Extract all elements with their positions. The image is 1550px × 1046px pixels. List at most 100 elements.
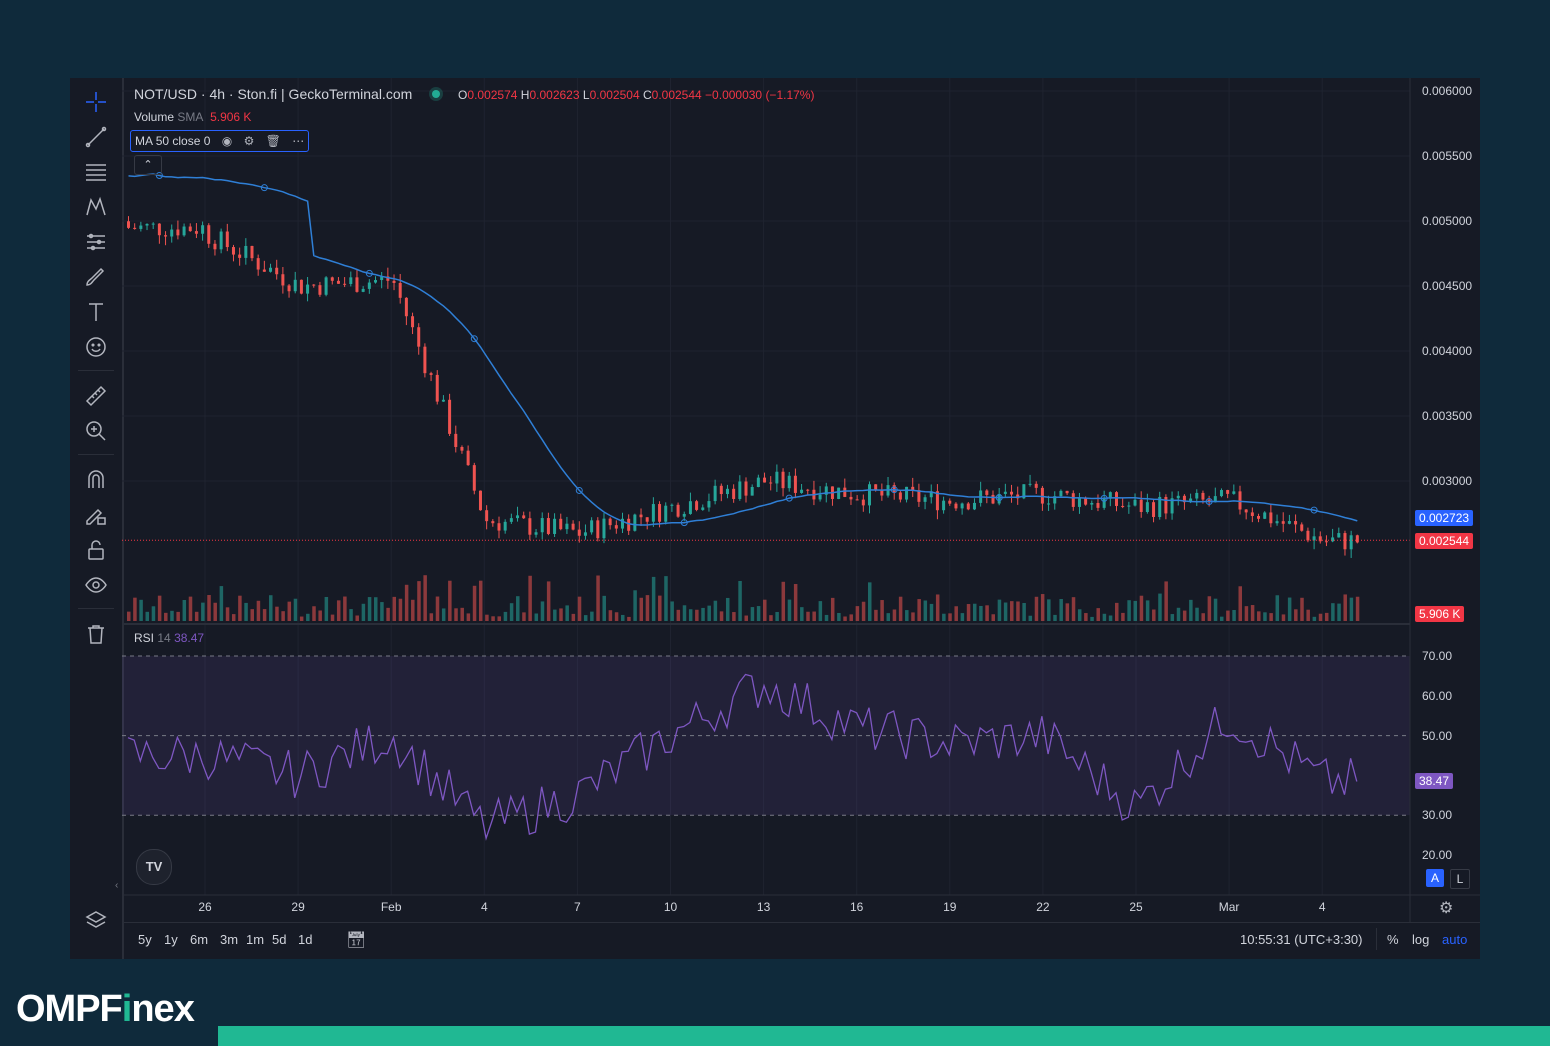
candle-body [1201, 492, 1205, 500]
candle-body [435, 374, 439, 402]
volume-bar [1257, 611, 1261, 621]
volume-value: 5.906 K [210, 110, 252, 124]
volume-bar [960, 613, 965, 621]
volume-bar [1250, 605, 1255, 621]
candle-body [639, 514, 643, 518]
candle-body [855, 499, 859, 501]
price-tick-label: 0.005000 [1422, 214, 1473, 228]
tradingview-logo[interactable]: TV [136, 849, 172, 885]
candle-body [546, 518, 550, 534]
rsi-legend[interactable]: RSI 14 38.47 [134, 631, 204, 645]
pair-title[interactable]: NOT/USD · 4h · Ston.fi | GeckoTerminal.c… [134, 86, 412, 102]
candle-body [1257, 515, 1261, 519]
volume-bar [985, 605, 989, 621]
candle-body [583, 532, 587, 536]
candle-body [763, 477, 767, 483]
timeframe-button[interactable]: 1d [298, 932, 312, 947]
ma-legend[interactable]: MA 50 close 0 ◉ ⚙ 🗑︎ ⋯ [130, 130, 310, 152]
settings-icon[interactable]: ⚙ [1439, 898, 1453, 918]
auto-scale-button[interactable]: A [1426, 869, 1444, 887]
volume-bar [880, 600, 884, 621]
collapse-sidebar-icon[interactable]: ‹ [115, 880, 118, 891]
volume-bar [824, 614, 829, 621]
candle-body [849, 496, 853, 500]
rsi-tick-label: 60.00 [1422, 688, 1453, 703]
volume-bar [1195, 607, 1199, 621]
volume-bar [1102, 613, 1107, 621]
candle-body [275, 267, 279, 275]
log-toggle[interactable]: log [1412, 932, 1429, 947]
volume-bar [238, 595, 242, 621]
clock[interactable]: 10:55:31 (UTC+3:30) [1240, 932, 1362, 947]
volume-bar [219, 586, 224, 621]
volume-bar [281, 611, 285, 621]
timeframe-button[interactable]: 5d [272, 932, 286, 947]
volume-bar [1219, 616, 1224, 621]
time-tick-label: 22 [1036, 900, 1050, 914]
volume-bar [861, 601, 866, 621]
candle-body [491, 521, 495, 524]
candle-body [1238, 491, 1242, 510]
ma-markers [155, 172, 1318, 527]
volume-bar [343, 596, 347, 621]
percent-toggle[interactable]: % [1387, 932, 1399, 947]
timeframe-button[interactable]: 6m [190, 932, 208, 947]
volume-bar [355, 615, 359, 621]
candle-body [1263, 512, 1267, 519]
volume-bar [361, 603, 366, 621]
candle-body [898, 492, 902, 500]
candle-body [1324, 541, 1328, 543]
volume-bar [929, 603, 934, 621]
candle-body [744, 481, 748, 496]
volume-bar [1244, 606, 1249, 621]
candle-body [1102, 498, 1106, 508]
volume-bar [1349, 597, 1354, 621]
volume-bar [954, 606, 958, 621]
volume-legend[interactable]: Volume SMA 5.906 K [134, 110, 251, 124]
volume-bar [905, 610, 909, 621]
eye-icon[interactable]: ◉ [222, 131, 232, 151]
volume-bar [244, 602, 248, 621]
volume-bar [454, 608, 458, 621]
calendar-icon[interactable]: 📅︎ [346, 930, 366, 950]
auto-toggle[interactable]: auto [1442, 932, 1467, 947]
more-icon[interactable]: ⋯ [292, 131, 304, 151]
volume-bar [231, 614, 236, 621]
candle-body [170, 229, 174, 237]
volume-bar [1071, 597, 1076, 621]
volume-bar [336, 600, 341, 621]
volume-bar [830, 597, 835, 621]
volume-bar [775, 611, 779, 621]
ma-label: MA [135, 134, 153, 148]
timeframe-button[interactable]: 1y [164, 932, 178, 947]
timeframe-button[interactable]: 5y [138, 932, 152, 947]
candle-body [1250, 512, 1254, 516]
gear-icon[interactable]: ⚙ [244, 131, 255, 151]
candle-body [732, 488, 736, 499]
candle-body [231, 247, 235, 255]
chevron-up-icon[interactable]: ⌃ [134, 155, 162, 175]
volume-bar [559, 608, 563, 621]
candle-body [645, 517, 649, 522]
chart-canvas[interactable] [0, 0, 1550, 1046]
candle-body [460, 446, 464, 451]
timeframe-button[interactable]: 1m [246, 932, 264, 947]
candle-body [787, 475, 791, 489]
time-tick-label: 19 [943, 900, 957, 914]
trash-icon[interactable]: 🗑︎ [266, 131, 281, 151]
volume-bar [1343, 594, 1347, 621]
candle-body [664, 505, 668, 522]
candle-body [287, 285, 291, 292]
candle-body [682, 513, 686, 517]
time-tick-label: 7 [574, 900, 581, 914]
volume-bar [1115, 602, 1119, 621]
candle-body [1145, 502, 1149, 512]
candle-body [1232, 491, 1236, 494]
volume-bar [269, 595, 273, 621]
log-scale-button[interactable]: L [1450, 869, 1470, 889]
timeframe-button[interactable]: 3m [220, 932, 238, 947]
volume-bar [991, 614, 995, 621]
candle-body [466, 450, 470, 466]
candle-body [540, 518, 544, 533]
candle-body [1306, 530, 1310, 541]
